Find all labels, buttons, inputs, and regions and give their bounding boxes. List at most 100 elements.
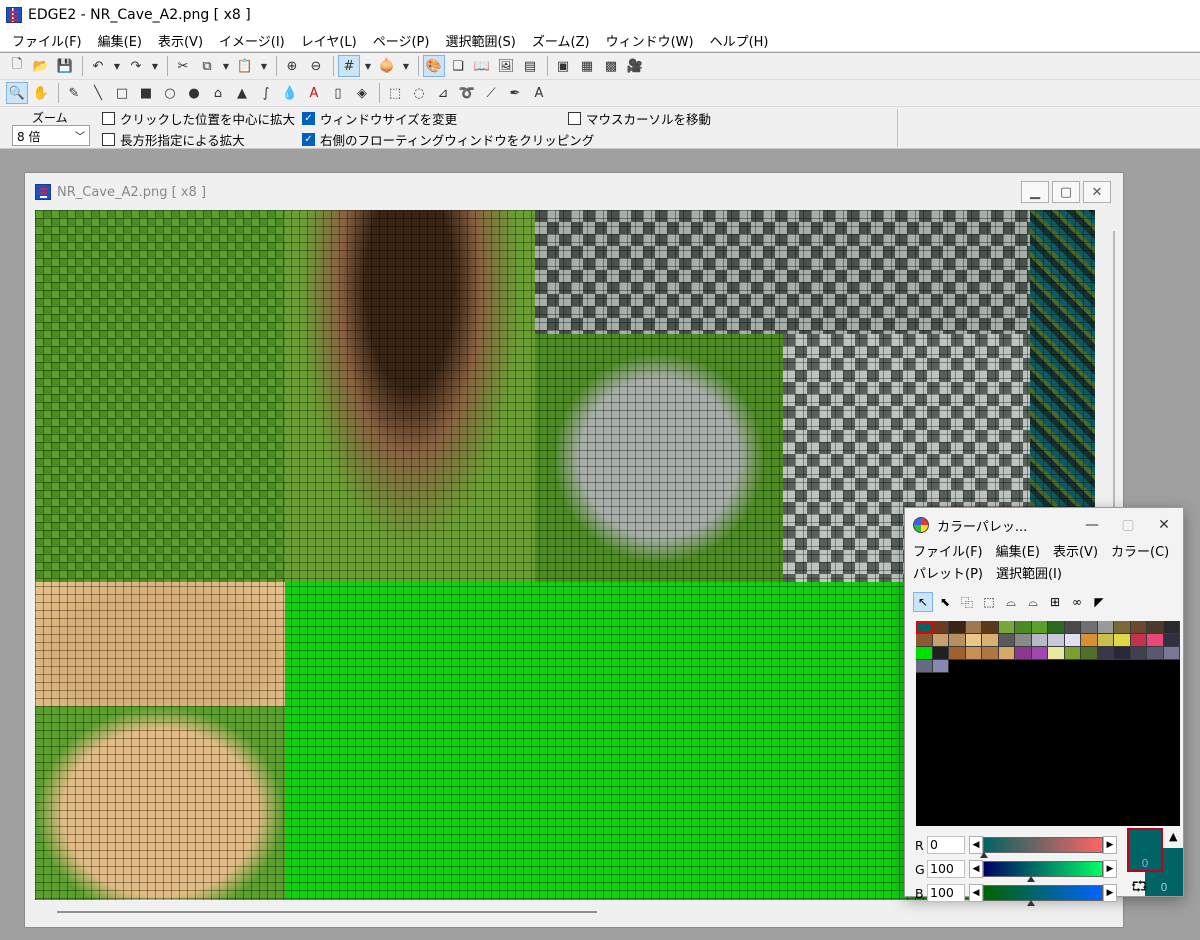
palette-window-icon[interactable]: 🎨 xyxy=(423,55,445,77)
palette-menu-item[interactable]: カラー(C) xyxy=(1107,542,1178,564)
eyedropper-tool-icon[interactable]: ✒ xyxy=(504,82,526,104)
palette-swatch-grid[interactable] xyxy=(916,621,1180,826)
cut-icon[interactable]: ✂ xyxy=(172,55,194,77)
palette-swatch[interactable] xyxy=(1147,634,1164,647)
select-cursor-icon[interactable]: ⬉ xyxy=(935,592,955,612)
palette-swatch[interactable] xyxy=(1097,647,1114,660)
palette-swatch[interactable] xyxy=(1081,634,1098,647)
gradient-icon[interactable]: ⌓ xyxy=(1001,592,1021,612)
pattern-tool-icon[interactable]: ▦ xyxy=(576,55,598,77)
scroll-up-icon[interactable]: ▲ xyxy=(1169,830,1177,843)
sprite-tool-icon[interactable]: ▣ xyxy=(552,55,574,77)
b-increase-button[interactable]: ▶ xyxy=(1103,884,1117,902)
palette-swatch[interactable] xyxy=(1081,621,1098,634)
checkbox-box[interactable] xyxy=(568,112,581,125)
r-increase-button[interactable]: ▶ xyxy=(1103,836,1117,854)
transparent-color-icon[interactable]: ◤ xyxy=(1089,592,1109,612)
pen-tool-icon[interactable]: ✎ xyxy=(63,82,85,104)
palette-swatch[interactable] xyxy=(916,647,933,660)
animation-icon[interactable]: 🎥 xyxy=(624,55,646,77)
lasso-tool-icon[interactable]: ➰ xyxy=(456,82,478,104)
swap-colors-icon[interactable]: ⮔ xyxy=(1131,876,1148,900)
copy-icon[interactable]: ⧉ xyxy=(196,55,218,77)
sync-icon[interactable]: ∞ xyxy=(1067,592,1087,612)
g-decrease-button[interactable]: ◀ xyxy=(969,860,983,878)
palette-swatch[interactable] xyxy=(1114,647,1131,660)
palette-swatch[interactable] xyxy=(949,621,966,634)
click-center-checkbox[interactable]: クリックした位置を中心に拡大 xyxy=(102,109,295,128)
filled-ellipse-tool-icon[interactable]: ● xyxy=(183,82,205,104)
dropdown-arrow-icon[interactable]: ▼ xyxy=(258,55,270,77)
r-slider[interactable] xyxy=(980,837,1103,858)
ellipse-tool-icon[interactable]: ○ xyxy=(159,82,181,104)
zoom-out-icon[interactable]: ⊖ xyxy=(305,55,327,77)
palette-swatch[interactable] xyxy=(932,634,949,647)
palette-minimize-button[interactable]: — xyxy=(1079,514,1105,536)
palette-swatch[interactable] xyxy=(965,621,982,634)
palette-swatch[interactable] xyxy=(1147,647,1164,660)
palette-swatch[interactable] xyxy=(1048,647,1065,660)
curve-tool-icon[interactable]: ∫ xyxy=(255,82,277,104)
palette-swatch[interactable] xyxy=(1130,621,1147,634)
rect-zoom-checkbox[interactable]: 長方形指定による拡大 xyxy=(102,130,245,149)
dropdown-arrow-icon[interactable]: ▼ xyxy=(149,55,161,77)
text-color-tool-icon[interactable]: A xyxy=(303,82,325,104)
dropdown-arrow-icon[interactable]: ▼ xyxy=(220,55,232,77)
palette-swatch[interactable] xyxy=(1114,634,1131,647)
resize-window-checkbox[interactable]: ✓ ウィンドウサイズを変更 xyxy=(302,109,457,128)
onion-skin-icon[interactable]: 🧅 xyxy=(376,55,398,77)
rect-select-tool-icon[interactable]: ⬚ xyxy=(384,82,406,104)
palette-swatch[interactable] xyxy=(1031,647,1048,660)
palette-swatch[interactable] xyxy=(949,647,966,660)
paste-icon[interactable]: 📋 xyxy=(234,55,256,77)
undo-icon[interactable]: ↶ xyxy=(87,55,109,77)
palette-swatch[interactable] xyxy=(916,660,933,673)
checkbox-box[interactable] xyxy=(102,112,115,125)
palette-swatch[interactable] xyxy=(1163,647,1180,660)
range-icon[interactable]: ⬚ xyxy=(979,592,999,612)
palette-swatch[interactable] xyxy=(1163,634,1180,647)
g-value-input[interactable]: 100 xyxy=(927,860,965,878)
palette-swatch[interactable] xyxy=(1097,621,1114,634)
select-arrow-icon[interactable]: ↖ xyxy=(913,592,933,612)
b-decrease-button[interactable]: ◀ xyxy=(969,884,983,902)
copy-range-icon[interactable]: ⿻ xyxy=(957,592,977,612)
foreground-color-swatch[interactable]: 0 xyxy=(1127,828,1163,872)
checkbox-box[interactable]: ✓ xyxy=(302,112,315,125)
palette-swatch[interactable] xyxy=(932,660,949,673)
palette-swatch[interactable] xyxy=(965,634,982,647)
dropdown-arrow-icon[interactable]: ▼ xyxy=(400,55,412,77)
close-button[interactable]: ✕ xyxy=(1083,181,1111,203)
palette-swatch[interactable] xyxy=(1114,621,1131,634)
palette-swatch[interactable] xyxy=(1097,634,1114,647)
palette-swatch[interactable] xyxy=(1015,647,1032,660)
menu-item[interactable]: ヘルプ(H) xyxy=(702,31,777,50)
palette-swatch[interactable] xyxy=(982,634,999,647)
polygon-tool-icon[interactable]: ⌂ xyxy=(207,82,229,104)
menu-item[interactable]: 表示(V) xyxy=(150,31,211,50)
g-slider[interactable] xyxy=(983,861,1103,882)
new-file-icon[interactable]: 🗋 xyxy=(6,55,28,77)
zoom-select[interactable]: 8 倍 ﹀ xyxy=(12,125,90,146)
rectangle-tool-icon[interactable]: □ xyxy=(111,82,133,104)
palette-maximize-button[interactable]: ▢ xyxy=(1115,514,1141,536)
color-palette-window[interactable]: カラーパレッ... — ▢ ✕ ファイル(F) 編集(E) 表示(V) カラー(C) パ… xyxy=(904,507,1184,906)
hand-tool-icon[interactable]: ✋ xyxy=(30,82,52,104)
palette-swatch[interactable] xyxy=(1015,634,1032,647)
palette-swatch[interactable] xyxy=(1163,621,1180,634)
dropdown-arrow-icon[interactable]: ▼ xyxy=(362,55,374,77)
palette-swatch[interactable] xyxy=(949,634,966,647)
book-icon[interactable]: 📖 xyxy=(471,55,493,77)
palette-swatch[interactable] xyxy=(965,647,982,660)
b-slider-thumb[interactable] xyxy=(1027,900,1035,906)
palette-swatch[interactable] xyxy=(1048,621,1065,634)
horizontal-scrollbar[interactable] xyxy=(57,911,597,913)
palette-swatch[interactable] xyxy=(932,647,949,660)
filled-polygon-tool-icon[interactable]: ▲ xyxy=(231,82,253,104)
palette-swatch[interactable] xyxy=(982,621,999,634)
menu-item[interactable]: ズーム(Z) xyxy=(524,31,598,50)
r-value-input[interactable]: 0 xyxy=(927,836,965,854)
eraser-tool-icon[interactable]: ▯ xyxy=(327,82,349,104)
palette-swatch[interactable] xyxy=(932,621,949,634)
open-folder-icon[interactable]: 📂 xyxy=(30,55,52,77)
